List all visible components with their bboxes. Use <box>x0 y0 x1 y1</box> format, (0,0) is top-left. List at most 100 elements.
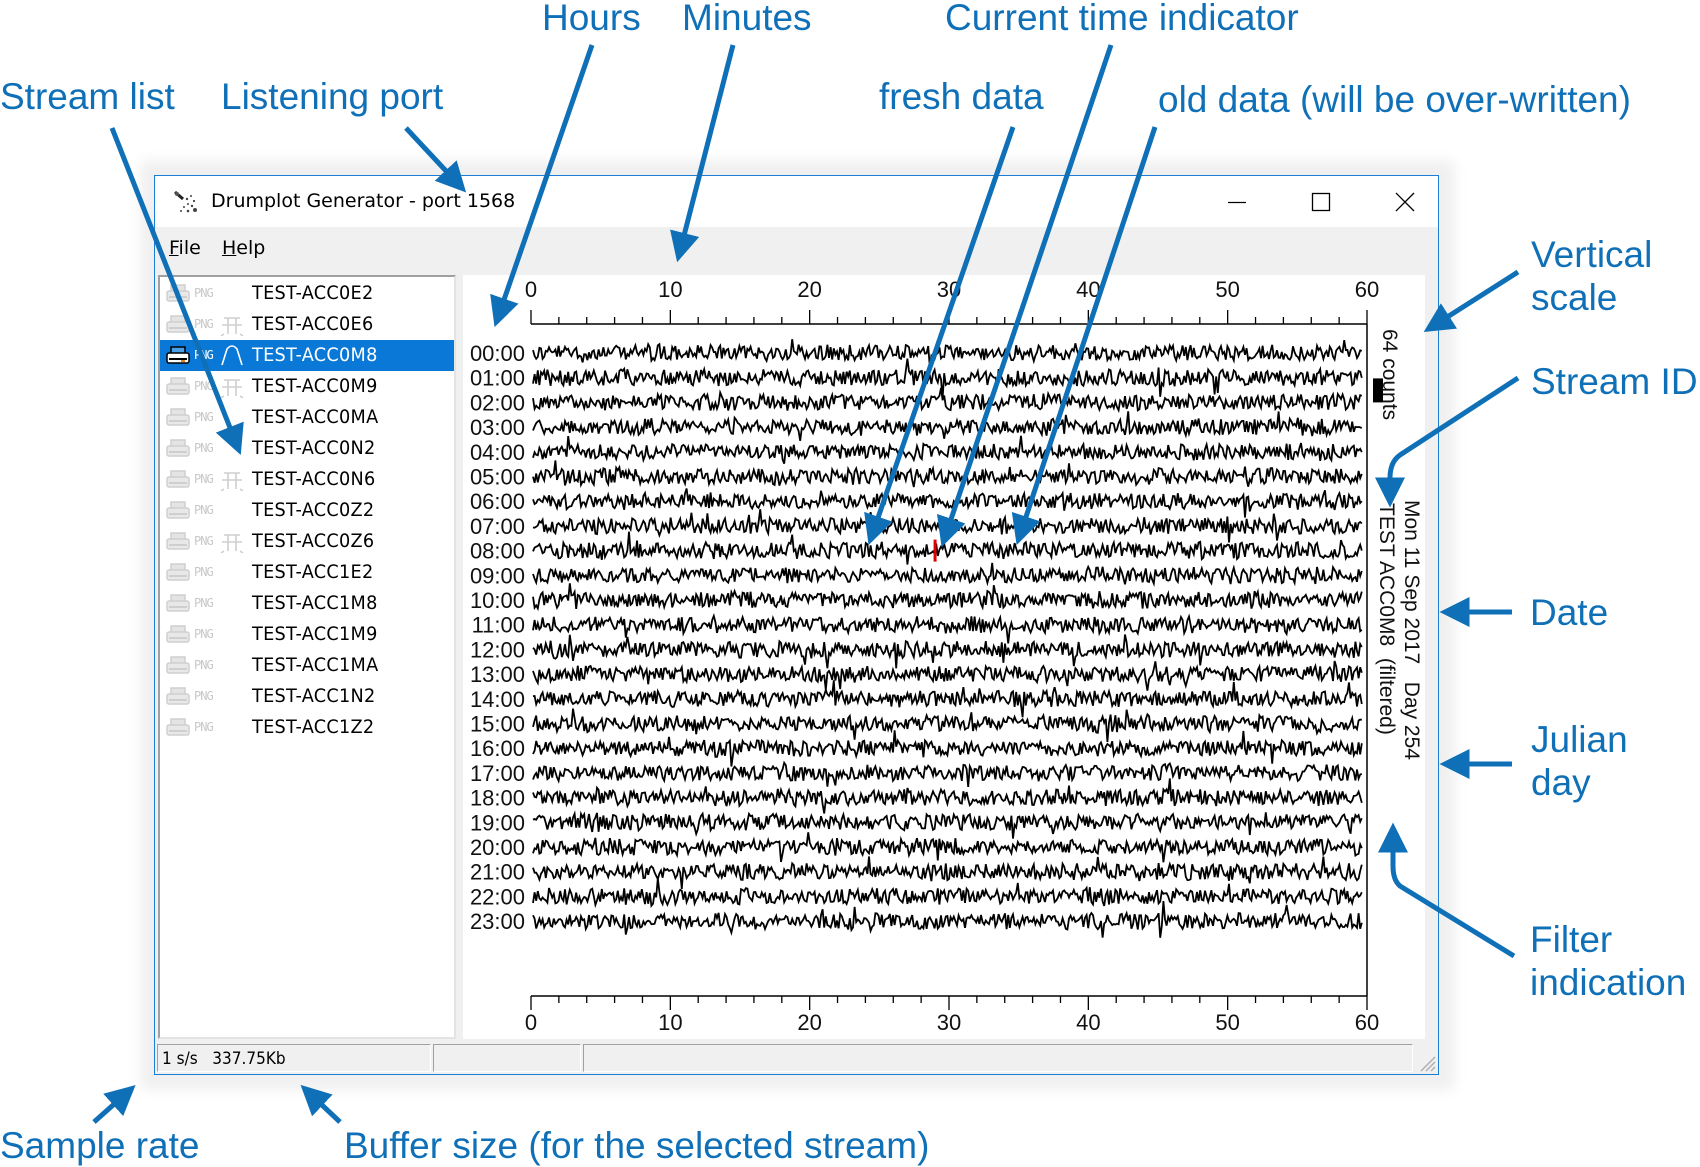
printer-icon[interactable] <box>166 687 190 707</box>
waveform-trace <box>532 708 1362 743</box>
stream-list-item[interactable]: PNG TEST-ACC1M9 <box>160 619 454 650</box>
stream-list[interactable]: PNG TEST-ACC0E2 PNG TEST-ACC0E6 PNG TEST-ACC0… <box>158 275 456 1039</box>
stream-list-item[interactable]: PNG TEST-ACC0E6 <box>160 309 454 340</box>
png-output-label[interactable]: PNG <box>194 627 214 641</box>
stream-list-item[interactable]: PNG TEST-ACC0Z6 <box>160 526 454 557</box>
menu-help-mnemonic: H <box>222 237 237 259</box>
waveform-trace <box>532 531 1363 565</box>
waveform-trace <box>532 810 1363 839</box>
filter-icon[interactable] <box>220 531 244 553</box>
printer-icon[interactable] <box>166 718 190 738</box>
filter-icon[interactable] <box>220 314 244 336</box>
axis-tick-label-bottom: 50 <box>1215 1010 1239 1035</box>
stream-list-item[interactable]: PNG TEST-ACC0E2 <box>160 278 454 309</box>
hour-label: 15:00 <box>470 712 525 737</box>
printer-icon[interactable] <box>166 594 190 614</box>
title-bar[interactable]: Drumplot Generator - port 1568 <box>155 176 1438 227</box>
stream-name: TEST-ACC0N2 <box>252 437 376 459</box>
png-output-label[interactable]: PNG <box>194 658 214 672</box>
stream-list-item[interactable]: PNG TEST-ACC1MA <box>160 650 454 681</box>
stream-list-item[interactable]: PNG TEST-ACC1N2 <box>160 681 454 712</box>
hour-label: 04:00 <box>470 440 525 465</box>
printer-icon[interactable] <box>166 501 190 521</box>
png-output-label[interactable]: PNG <box>194 472 214 486</box>
menu-help[interactable]: Help <box>222 237 265 259</box>
png-output-label[interactable]: PNG <box>194 720 214 734</box>
stream-list-item[interactable]: PNG TEST-ACC1E2 <box>160 557 454 588</box>
stream-name: TEST-ACC1MA <box>252 654 379 676</box>
stream-list-item[interactable]: PNG TEST-ACC0M9 <box>160 371 454 402</box>
stream-name: TEST-ACC0Z2 <box>252 499 375 521</box>
stream-list-item[interactable]: PNG TEST-ACC0Z2 <box>160 495 454 526</box>
resize-grip-icon[interactable] <box>1416 1052 1436 1072</box>
stream-list-item[interactable]: PNG TEST-ACC0N2 <box>160 433 454 464</box>
stream-name: TEST-ACC1N2 <box>252 685 376 707</box>
png-output-label[interactable]: PNG <box>194 286 214 300</box>
waveform-trace <box>532 680 1363 718</box>
stream-list-item[interactable]: PNG TEST-ACC1M8 <box>160 588 454 619</box>
printer-icon[interactable] <box>166 470 190 490</box>
axis-tick-label-top: 10 <box>658 277 682 302</box>
png-output-label[interactable]: PNG <box>194 565 214 579</box>
stream-list-item[interactable]: PNG TEST-ACC0MA <box>160 402 454 433</box>
menu-file[interactable]: File <box>169 237 201 259</box>
hour-label: 01:00 <box>470 366 525 391</box>
hour-label: 08:00 <box>470 539 525 564</box>
printer-icon[interactable] <box>166 656 190 676</box>
app-window: Drumplot Generator - port 1568 File Help… <box>154 175 1439 1075</box>
printer-icon[interactable] <box>166 439 190 459</box>
window-title: Drumplot Generator - port 1568 <box>211 190 516 212</box>
axis-tick-label-bottom: 60 <box>1355 1010 1379 1035</box>
png-output-label[interactable]: PNG <box>194 689 214 703</box>
stream-list-item[interactable]: PNG TEST-ACC0N6 <box>160 464 454 495</box>
png-output-label[interactable]: PNG <box>194 503 214 517</box>
stream-name: TEST-ACC0M9 <box>252 375 378 397</box>
axis-tick-label-top: 50 <box>1215 277 1239 302</box>
status-buffer-size: 337.75Kb <box>212 1049 286 1069</box>
stream-name: TEST-ACC0M8 <box>252 344 378 366</box>
annotation-current-time-indicator: Current time indicator <box>945 0 1299 38</box>
hour-label: 03:00 <box>470 415 525 440</box>
axis-tick-label-top: 0 <box>525 277 537 302</box>
png-output-label[interactable]: PNG <box>194 534 214 548</box>
arrow-sample-rate <box>92 1085 136 1124</box>
png-output-label[interactable]: PNG <box>194 348 214 362</box>
png-output-label[interactable]: PNG <box>194 596 214 610</box>
status-panel-2 <box>433 1044 581 1072</box>
menu-help-label: elp <box>236 237 266 259</box>
printer-icon[interactable] <box>166 563 190 583</box>
annotation-julian-day: Julian day <box>1531 718 1628 804</box>
annotation-buffer-size: Buffer size (for the selected stream) <box>344 1125 930 1166</box>
filter-icon[interactable] <box>220 345 244 367</box>
printer-icon[interactable] <box>166 377 190 397</box>
vertical-scale-label: 64 counts <box>1378 329 1401 420</box>
printer-icon[interactable] <box>166 625 190 645</box>
waveform-trace <box>532 612 1363 644</box>
hour-label: 17:00 <box>470 761 525 786</box>
printer-icon[interactable] <box>166 346 190 366</box>
annotation-listening-port: Listening port <box>221 76 444 117</box>
status-panel-3 <box>583 1044 1413 1072</box>
drumplot-canvas: 0 10 20 30 40 50 60 0 10 20 30 40 50 60 00:0001:0002:0… <box>470 277 1423 1035</box>
stream-name: TEST-ACC0Z6 <box>252 530 375 552</box>
stream-name: TEST-ACC1Z2 <box>252 716 375 738</box>
close-button[interactable] <box>1363 176 1447 227</box>
stream-list-item[interactable]: PNG TEST-ACC0M8 <box>160 340 454 371</box>
maximize-button[interactable] <box>1279 176 1363 227</box>
filter-icon[interactable] <box>220 469 244 491</box>
png-output-label[interactable]: PNG <box>194 317 214 331</box>
waveform-trace <box>532 730 1363 767</box>
printer-icon[interactable] <box>166 284 190 304</box>
printer-icon[interactable] <box>166 315 190 335</box>
printer-icon[interactable] <box>166 532 190 552</box>
png-output-label[interactable]: PNG <box>194 379 214 393</box>
minimize-button[interactable] <box>1195 176 1279 227</box>
filter-icon[interactable] <box>220 376 244 398</box>
stream-list-item[interactable]: PNG TEST-ACC1Z2 <box>160 712 454 743</box>
png-output-label[interactable]: PNG <box>194 441 214 455</box>
png-output-label[interactable]: PNG <box>194 410 214 424</box>
hour-label: 18:00 <box>470 786 525 811</box>
axis-tick-label-bottom: 10 <box>658 1010 682 1035</box>
waveform-trace <box>532 760 1363 787</box>
printer-icon[interactable] <box>166 408 190 428</box>
